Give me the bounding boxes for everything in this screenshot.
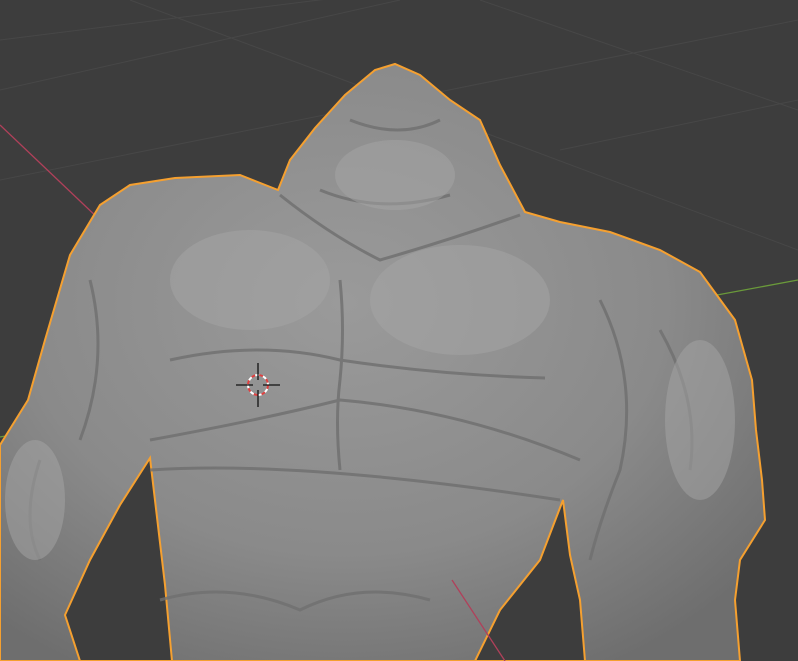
3d-viewport[interactable]: [0, 0, 798, 661]
x-axis-line: [0, 124, 101, 221]
viewport-canvas[interactable]: [0, 0, 798, 661]
sculpt-mesh[interactable]: [0, 62, 767, 661]
